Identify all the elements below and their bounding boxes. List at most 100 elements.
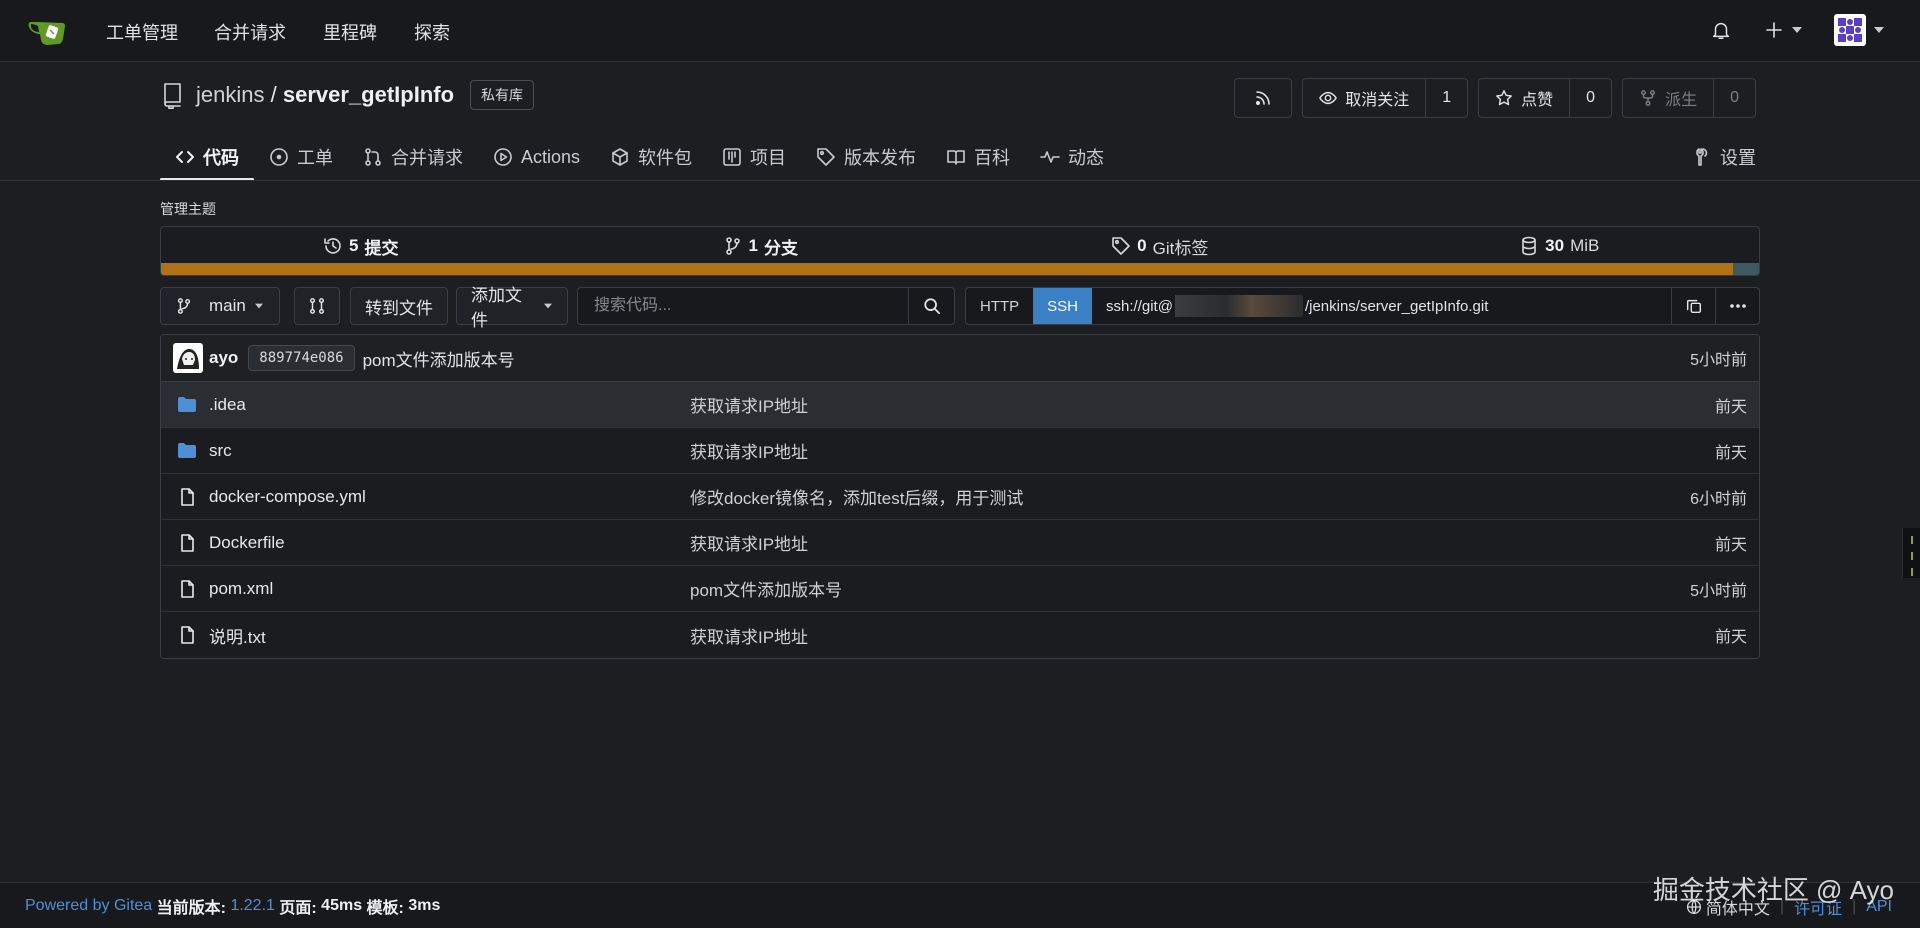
commit-author-avatar[interactable] — [173, 343, 203, 373]
repo-title: jenkins / server_getIpInfo — [196, 82, 454, 108]
tab-label: 项目 — [750, 148, 787, 168]
language-bar[interactable] — [161, 263, 1759, 275]
history-icon — [324, 238, 341, 254]
redacted-host — [1174, 295, 1303, 317]
file-row[interactable]: pom.xml pom文件添加版本号 5小时前 — [161, 566, 1759, 612]
tab-packages[interactable]: 软件包 — [595, 134, 707, 180]
tab-pulls[interactable]: 合并请求 — [348, 134, 478, 180]
rss-button[interactable] — [1234, 78, 1293, 118]
file-name[interactable]: src — [209, 441, 232, 461]
file-row[interactable]: src 获取请求IP地址 前天 — [161, 428, 1759, 474]
watch-button[interactable]: 取消关注 1 — [1302, 78, 1469, 118]
nav-milestones[interactable]: 里程碑 — [323, 19, 377, 45]
tab-settings[interactable]: 设置 — [1692, 134, 1756, 180]
watch-count[interactable]: 1 — [1425, 79, 1467, 117]
file-commit-message[interactable]: 获取请求IP地址 — [690, 530, 808, 555]
fork-icon — [1641, 90, 1656, 106]
version-link[interactable]: 1.22.1 — [230, 897, 274, 915]
clone-url-field[interactable]: ssh://git@ /jenkins/server_getIpInfo.git — [1092, 288, 1671, 324]
file-commit-message[interactable]: 获取请求IP地址 — [690, 623, 808, 648]
tags-stat[interactable]: 0 Git标签 — [960, 234, 1360, 259]
copy-icon — [1686, 299, 1701, 314]
file-commit-message[interactable]: 获取请求IP地址 — [690, 392, 808, 417]
file-icon — [181, 579, 194, 598]
file-row[interactable]: .idea 获取请求IP地址 前天 — [161, 382, 1759, 428]
watermark: 掘金技术社区 @ Ayo — [1652, 875, 1894, 905]
commit-sha-button[interactable]: 889774e086 — [248, 345, 355, 371]
tab-activity[interactable]: 动态 — [1025, 134, 1119, 180]
commit-message[interactable]: pom文件添加版本号 — [363, 346, 515, 371]
nav-pulls[interactable]: 合并请求 — [214, 19, 286, 45]
size-unit: MiB — [1570, 236, 1600, 255]
nav-explore[interactable]: 探索 — [414, 19, 450, 45]
repo-name-link[interactable]: server_getIpInfo — [283, 82, 454, 107]
branch-selector[interactable]: main — [160, 287, 280, 325]
repo-owner-link[interactable]: jenkins — [196, 82, 264, 107]
gitea-logo-icon[interactable] — [28, 14, 66, 48]
book-icon — [947, 150, 965, 165]
tab-projects[interactable]: 项目 — [707, 134, 801, 180]
fork-button[interactable]: 派生 0 — [1622, 78, 1756, 118]
add-file-dropdown[interactable]: 添加文件 — [456, 286, 568, 330]
latest-commit-row: ayo 889774e086 pom文件添加版本号 5小时前 — [161, 335, 1759, 382]
file-commit-message[interactable]: pom文件添加版本号 — [690, 576, 842, 601]
bell-icon[interactable] — [1710, 19, 1732, 41]
project-icon — [723, 148, 741, 166]
compare-button[interactable] — [294, 287, 340, 325]
avatar — [1834, 14, 1866, 46]
create-menu[interactable] — [1764, 20, 1802, 40]
chevron-down-icon — [1874, 27, 1884, 33]
tab-releases[interactable]: 版本发布 — [801, 134, 931, 180]
tab-label: 百科 — [974, 148, 1011, 168]
fork-label: 派生 — [1665, 92, 1698, 109]
goto-file-button[interactable]: 转到文件 — [350, 287, 448, 325]
user-menu[interactable] — [1834, 14, 1884, 46]
folder-icon — [178, 396, 196, 412]
language-segment-java[interactable] — [161, 263, 1733, 275]
settings-label: 设置 — [1720, 148, 1756, 168]
star-label: 点赞 — [1521, 92, 1554, 109]
file-row[interactable]: docker-compose.yml 修改docker镜像名，添加test后缀，… — [161, 474, 1759, 520]
file-row[interactable]: Dockerfile 获取请求IP地址 前天 — [161, 520, 1759, 566]
clone-http-tab[interactable]: HTTP — [966, 288, 1033, 324]
file-commit-time: 前天 — [1714, 398, 1747, 416]
nav-issues[interactable]: 工单管理 — [106, 19, 178, 45]
manage-topics-link[interactable]: 管理主题 — [160, 199, 216, 219]
size-value: 30 — [1545, 236, 1565, 255]
plus-icon — [1766, 22, 1782, 38]
search-icon — [923, 298, 940, 315]
scrollbar-indicator[interactable] — [1902, 528, 1920, 578]
tab-actions[interactable]: Actions — [478, 134, 595, 180]
code-search-input[interactable] — [578, 288, 908, 324]
folder-icon — [178, 442, 196, 458]
commit-author[interactable]: ayo — [209, 348, 238, 368]
file-name[interactable]: pom.xml — [209, 579, 273, 599]
repo-icon — [164, 83, 181, 109]
file-name[interactable]: docker-compose.yml — [209, 487, 366, 507]
file-name[interactable]: .idea — [209, 395, 246, 415]
tab-code[interactable]: 代码 — [160, 134, 254, 181]
tab-issues[interactable]: 工单 — [254, 134, 348, 180]
file-row[interactable]: 说明.txt 获取请求IP地址 前天 — [161, 612, 1759, 658]
file-commit-message[interactable]: 修改docker镜像名，添加test后缀，用于测试 — [690, 484, 1023, 509]
tab-wiki[interactable]: 百科 — [931, 134, 1025, 180]
language-segment-other[interactable] — [1732, 263, 1759, 275]
tab-label: Actions — [521, 146, 581, 167]
star-button[interactable]: 点赞 0 — [1478, 78, 1613, 118]
more-options-button[interactable] — [1715, 288, 1759, 324]
file-commit-time: 5小时前 — [1690, 582, 1747, 600]
repo-actions: 取消关注 1 点赞 0 派生 0 — [1234, 78, 1756, 118]
file-name[interactable]: 说明.txt — [209, 623, 266, 648]
page-time-value: 45ms — [321, 896, 363, 914]
star-count[interactable]: 0 — [1569, 79, 1611, 117]
file-commit-message[interactable]: 获取请求IP地址 — [690, 438, 808, 463]
clone-ssh-tab[interactable]: SSH — [1033, 288, 1093, 324]
copy-url-button[interactable] — [1671, 288, 1715, 324]
file-name[interactable]: Dockerfile — [209, 533, 285, 553]
branches-stat[interactable]: 1 分支 — [561, 234, 961, 259]
powered-by-link[interactable]: Powered by Gitea — [25, 897, 152, 915]
search-button[interactable] — [908, 288, 954, 324]
commits-stat[interactable]: 5 提交 — [161, 234, 561, 259]
rss-icon — [1256, 91, 1271, 106]
private-badge: 私有库 — [470, 80, 535, 110]
